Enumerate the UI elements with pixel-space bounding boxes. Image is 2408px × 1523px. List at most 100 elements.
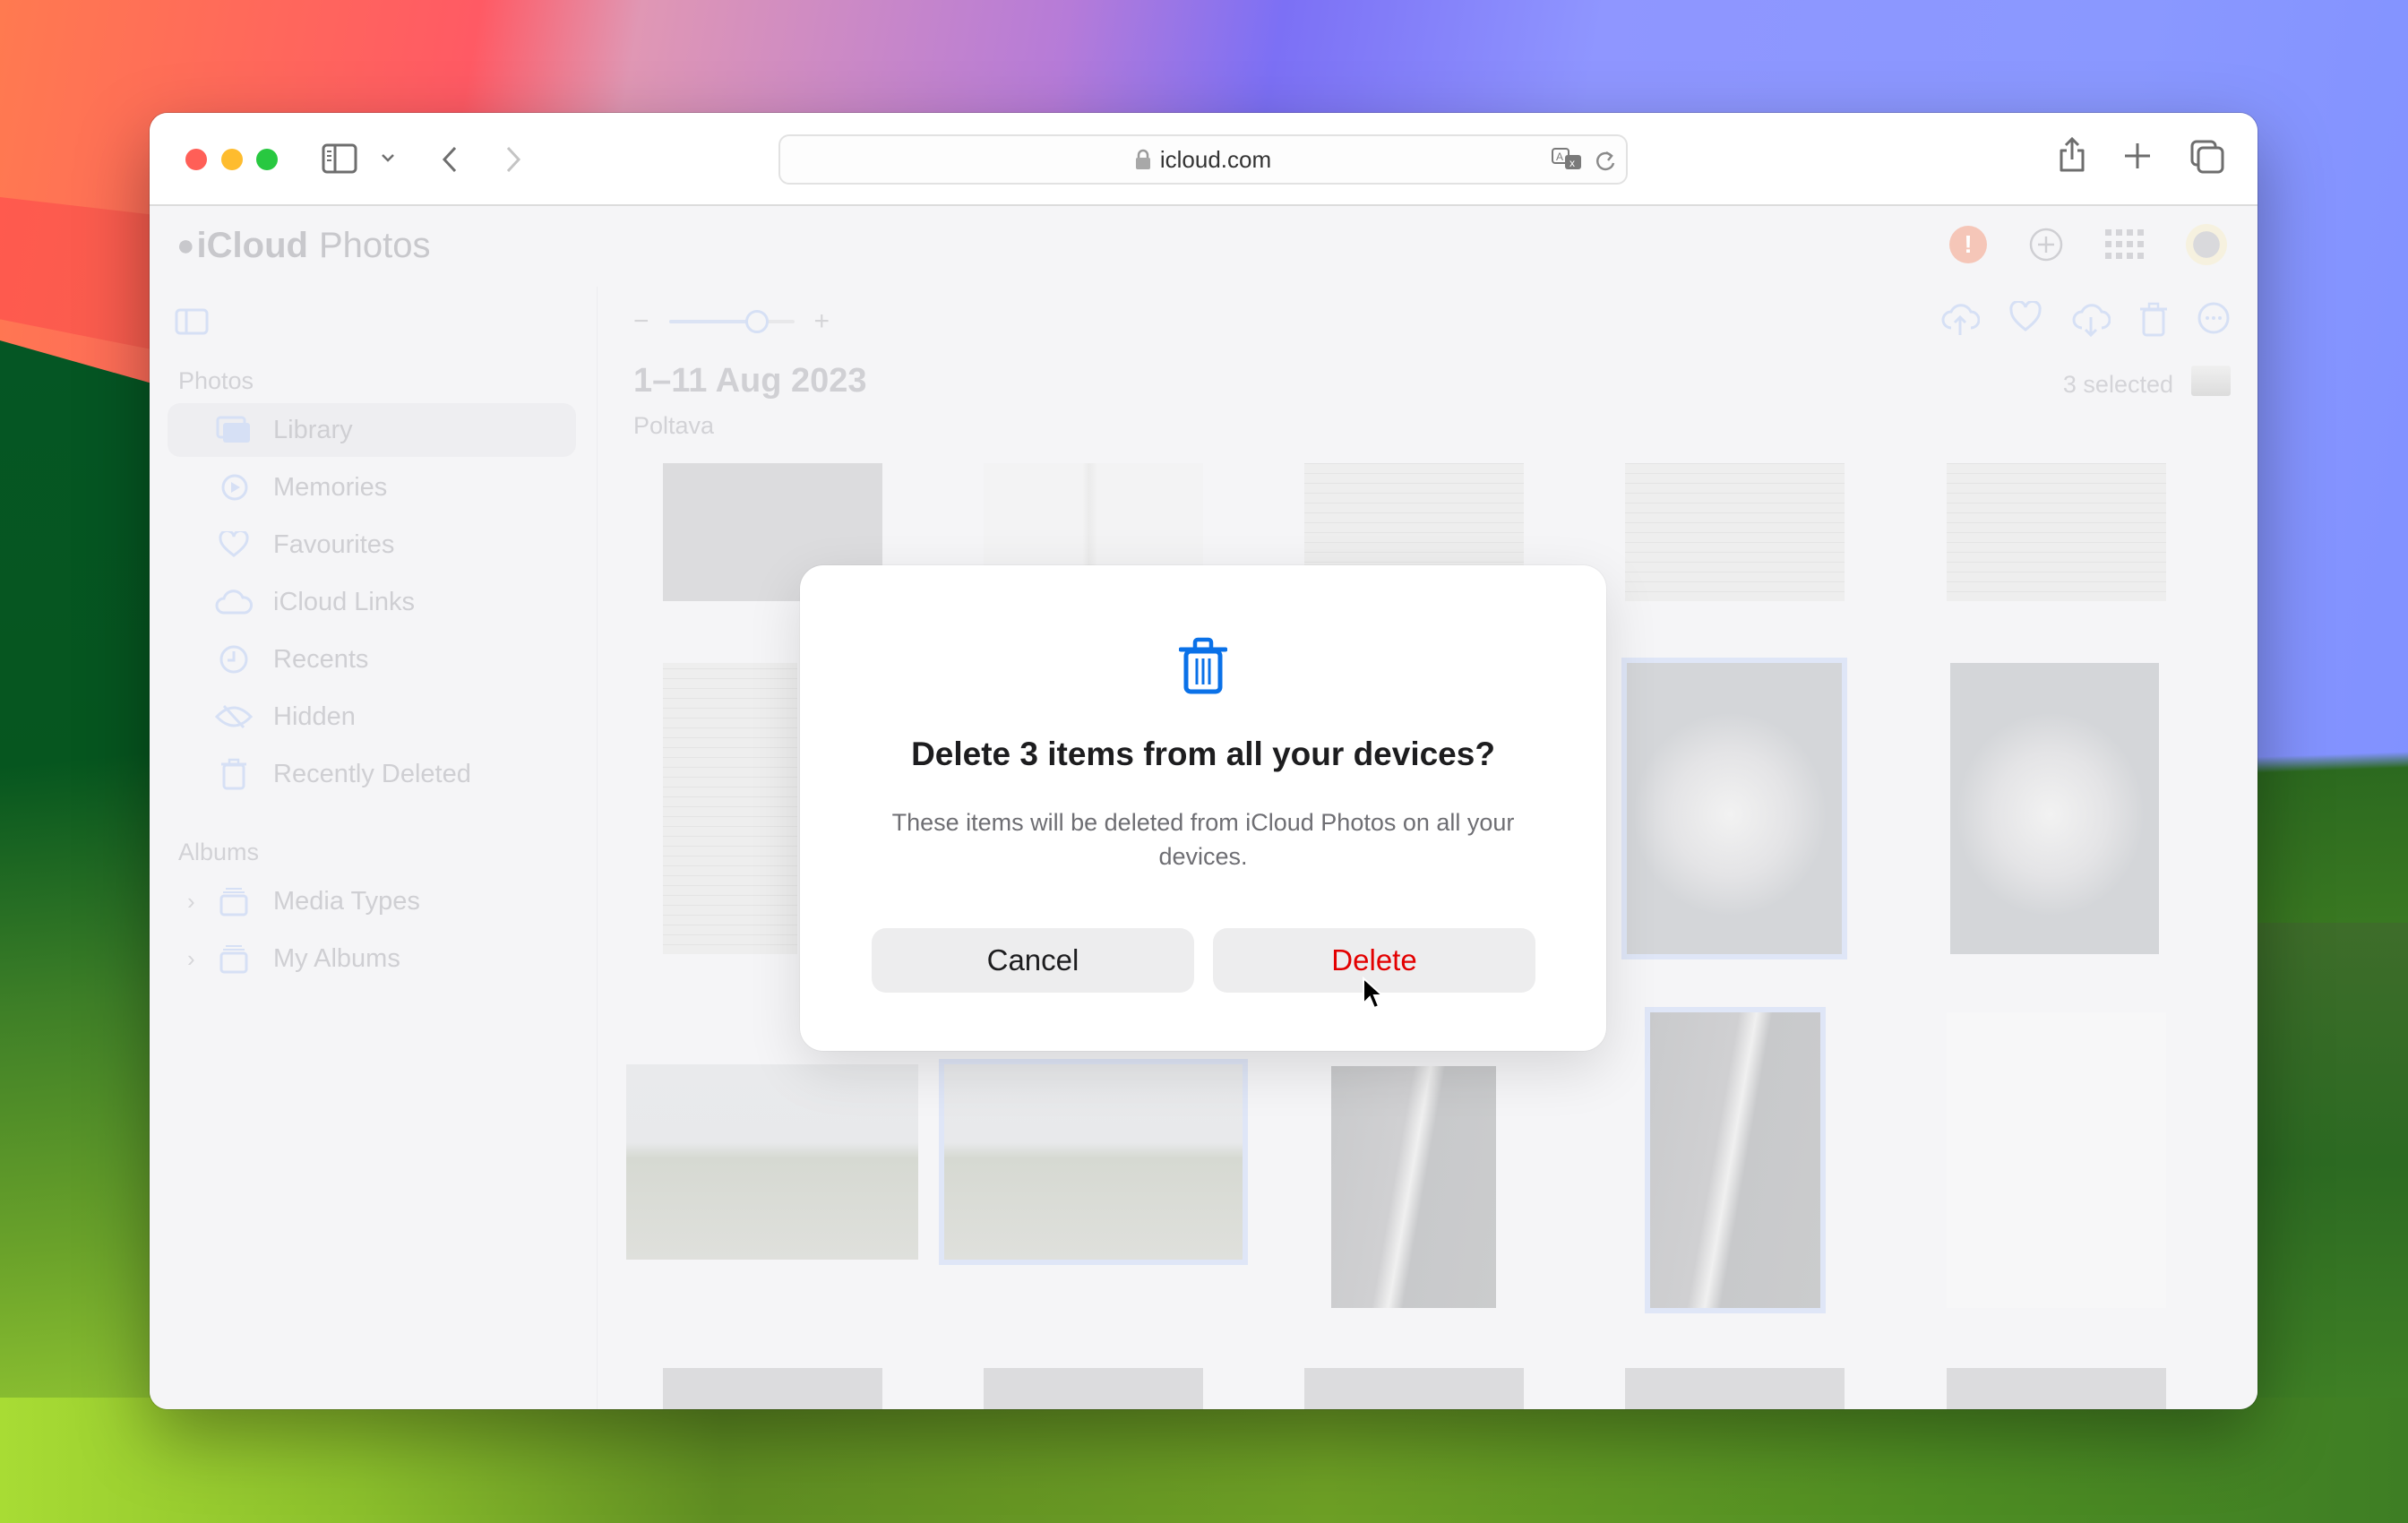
add-icon[interactable] bbox=[2028, 227, 2064, 262]
sidebar-item-label: Media Types bbox=[273, 886, 420, 916]
translate-button[interactable]: Ax bbox=[1551, 147, 1585, 174]
selection-actions bbox=[1940, 301, 2231, 337]
mouse-cursor-icon bbox=[1363, 977, 1385, 1010]
brand-icloud: iCloud bbox=[196, 226, 308, 265]
sidebar-item-recently-deleted[interactable]: Recently Deleted bbox=[168, 747, 576, 801]
sidebar-item-favourites[interactable]: Favourites bbox=[168, 518, 576, 572]
svg-text:x: x bbox=[1570, 157, 1575, 169]
photo-thumbnail[interactable] bbox=[626, 1064, 918, 1260]
cancel-button[interactable]: Cancel bbox=[872, 928, 1194, 993]
sidebar-item-label: Recents bbox=[273, 644, 369, 674]
zoom-slider[interactable] bbox=[668, 310, 795, 333]
tabs-overview-icon bbox=[2190, 140, 2224, 174]
close-window-button[interactable] bbox=[185, 149, 207, 170]
cloud-link-icon bbox=[214, 589, 254, 615]
photo-thumbnail[interactable] bbox=[1947, 463, 2166, 601]
sidebar-toggle-button[interactable] bbox=[322, 143, 357, 174]
delete-icon[interactable] bbox=[2139, 301, 2168, 337]
more-icon[interactable] bbox=[2197, 301, 2231, 335]
sidebar-section-albums: Albums bbox=[178, 839, 260, 865]
app-header: ● iCloud Photos ! bbox=[150, 206, 2258, 287]
sidebar-item-icloud-links[interactable]: iCloud Links bbox=[168, 575, 576, 629]
sidebar-item-library[interactable]: Library bbox=[168, 403, 576, 457]
sidebar-item-hidden[interactable]: Hidden bbox=[168, 690, 576, 744]
sidebar-item-label: Hidden bbox=[273, 701, 356, 731]
clock-icon bbox=[214, 644, 254, 675]
zoom-out-button[interactable]: − bbox=[633, 306, 649, 337]
share-icon bbox=[2060, 136, 2085, 172]
apps-grid-icon[interactable] bbox=[2105, 229, 2145, 260]
sidebar-icon bbox=[322, 143, 357, 174]
plus-icon bbox=[2125, 143, 2150, 168]
alert-button[interactable]: ! bbox=[1949, 226, 1987, 263]
new-tab-button[interactable] bbox=[2123, 142, 2152, 170]
lock-icon bbox=[1135, 149, 1150, 169]
apple-logo-icon: ● bbox=[176, 228, 195, 262]
maximize-window-button[interactable] bbox=[256, 149, 278, 170]
reload-icon bbox=[1595, 151, 1615, 171]
sidebar-item-my-albums[interactable]: › My Albums bbox=[168, 932, 576, 985]
download-icon[interactable] bbox=[2071, 301, 2111, 337]
memories-icon bbox=[214, 472, 254, 503]
sidebar-item-label: Recently Deleted bbox=[273, 759, 471, 788]
photo-thumbnail[interactable] bbox=[1625, 1368, 1845, 1409]
chevron-right-icon[interactable]: › bbox=[187, 945, 195, 973]
share-button[interactable] bbox=[2058, 136, 2086, 174]
back-button[interactable] bbox=[441, 145, 459, 174]
sidebar-item-media-types[interactable]: › Media Types bbox=[168, 874, 576, 928]
browser-window: icloud.com Ax ● iCloud Photos ! Photos L… bbox=[150, 113, 2258, 1409]
section-date-title: 1–11 Aug 2023 bbox=[633, 362, 867, 400]
zoom-in-button[interactable]: + bbox=[814, 306, 830, 337]
photo-thumbnail[interactable] bbox=[984, 1368, 1203, 1409]
dialog-title: Delete 3 items from all your devices? bbox=[911, 736, 1495, 772]
sidebar-collapse-button[interactable] bbox=[175, 308, 209, 340]
photo-thumbnail[interactable] bbox=[1645, 1007, 1826, 1313]
photo-thumbnail[interactable] bbox=[663, 663, 797, 954]
reload-button[interactable] bbox=[1594, 149, 1617, 174]
photo-thumbnail[interactable] bbox=[1331, 1066, 1496, 1308]
alert-icon: ! bbox=[1964, 230, 1973, 258]
app-title[interactable]: ● iCloud Photos bbox=[176, 226, 431, 266]
url-text: icloud.com bbox=[1159, 145, 1272, 173]
svg-text:A: A bbox=[1556, 151, 1563, 163]
chevron-right-icon bbox=[506, 146, 521, 173]
chevron-left-icon bbox=[442, 146, 457, 173]
address-bar[interactable]: icloud.com Ax bbox=[778, 134, 1628, 185]
photo-thumbnail[interactable] bbox=[1304, 1368, 1524, 1409]
photo-thumbnail[interactable] bbox=[1947, 1012, 2166, 1308]
sidebar-section-photos: Photos bbox=[178, 367, 254, 394]
sidebar-item-recents[interactable]: Recents bbox=[168, 632, 576, 686]
favourite-icon[interactable] bbox=[2008, 301, 2042, 333]
album-stack-icon bbox=[214, 886, 254, 916]
sidebar: Photos Library Memories Favourites iClou… bbox=[150, 287, 598, 1409]
zoom-slider-fill bbox=[668, 320, 757, 323]
sidebar-item-label: My Albums bbox=[273, 943, 400, 973]
brand-photos: Photos bbox=[318, 226, 431, 265]
selection-count: 3 selected bbox=[2062, 371, 2173, 398]
sidebar-item-label: Library bbox=[273, 415, 353, 444]
trash-icon bbox=[1179, 637, 1227, 694]
photo-thumbnail[interactable] bbox=[663, 1368, 882, 1409]
wallpaper-ground bbox=[0, 1398, 2408, 1523]
album-stack-icon bbox=[214, 943, 254, 974]
minimize-window-button[interactable] bbox=[221, 149, 243, 170]
avatar[interactable] bbox=[2186, 224, 2227, 265]
photo-thumbnail[interactable] bbox=[1950, 663, 2159, 954]
sidebar-menu-button[interactable] bbox=[381, 152, 395, 163]
photo-thumbnail[interactable] bbox=[1625, 463, 1845, 601]
photo-thumbnail[interactable] bbox=[939, 1059, 1248, 1265]
delete-confirmation-dialog: Delete 3 items from all your devices? Th… bbox=[800, 565, 1606, 1051]
sidebar-item-memories[interactable]: Memories bbox=[168, 460, 576, 514]
section-location[interactable]: Poltava bbox=[633, 412, 714, 440]
eye-slash-icon bbox=[214, 703, 254, 730]
tab-overview-button[interactable] bbox=[2190, 140, 2224, 174]
photo-thumbnail[interactable] bbox=[1947, 1368, 2166, 1409]
zoom-slider-handle[interactable] bbox=[744, 310, 769, 333]
sidebar-icon bbox=[175, 308, 209, 335]
chevron-down-icon bbox=[382, 154, 394, 162]
photo-thumbnail[interactable] bbox=[1621, 658, 1847, 959]
chevron-right-icon[interactable]: › bbox=[187, 888, 195, 916]
upload-icon[interactable] bbox=[1940, 301, 1980, 337]
forward-button[interactable] bbox=[504, 145, 522, 174]
sidebar-item-label: iCloud Links bbox=[273, 587, 415, 616]
